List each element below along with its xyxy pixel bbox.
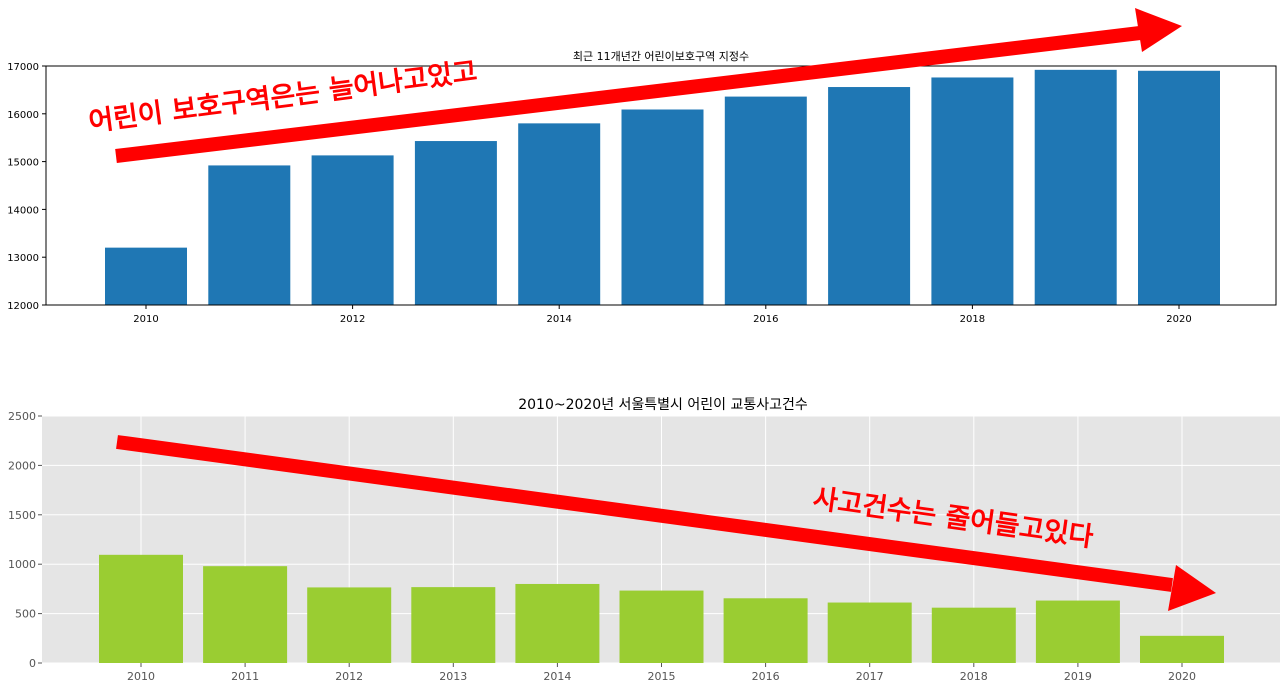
chart2-xtick-label: 2018 [960,670,988,682]
chart2-ytick-label: 500 [15,608,36,621]
chart2-ytick-label: 2000 [8,459,36,472]
chart2-bar-2017 [827,602,912,663]
chart2-xtick-label: 2013 [439,670,467,682]
chart2-bar-2018 [931,607,1016,663]
chart1-bar-2020 [1138,70,1220,305]
chart1-bar-2011 [208,165,291,305]
protection-zone-chart: 최근 11개년간 어린이보호구역 지정수 12000 13000 14000 15000… [7,8,1277,325]
chart1-ytick-label: 16000 [7,110,39,121]
chart2-ytick-label: 0 [29,657,36,670]
chart2-bar-2010 [99,554,183,663]
chart1-bar-2018 [931,77,1014,305]
chart1-xtick-label: 2016 [753,314,778,325]
chart2-ytick-label: 2500 [8,410,36,423]
chart1-ytick-label: 17000 [7,62,39,73]
chart1-xtick-label: 2012 [340,314,365,325]
chart2-bar-2011 [203,566,288,663]
chart1-bar-2014 [518,123,601,305]
chart2-bar-2016 [723,598,808,663]
chart1-ytick-label: 13000 [7,253,39,264]
chart1-xtick-label: 2014 [546,314,571,325]
chart2-xtick-label: 2011 [231,670,259,682]
chart2-bar-2014 [515,583,600,663]
chart2-xtick-label: 2015 [648,670,676,682]
chart1-ytick-label: 15000 [7,158,39,169]
chart2-xtick-label: 2010 [127,670,155,682]
chart2-ytick-label: 1500 [8,509,36,522]
chart2-bar-2015 [619,590,704,663]
chart2-xtick-label: 2020 [1168,670,1196,682]
accident-chart: 2010~2020년 서울특별시 어린이 교통사고건수 0 500 1000 1500 2… [8,397,1280,682]
chart1-ytick-label: 12000 [7,301,39,312]
chart1-bar-2010 [105,247,187,305]
chart2-ytick-label: 1000 [8,558,36,571]
chart1-xtick-label: 2010 [133,314,158,325]
chart2-xtick-label: 2014 [543,670,571,682]
chart2-bar-2020 [1140,635,1224,663]
charts-canvas: 최근 11개년간 어린이보호구역 지정수12000130001400015000… [7,8,1280,682]
chart2-title: 2010~2020년 서울특별시 어린이 교통사고건수 [518,397,808,413]
chart1-xtick-label: 2018 [960,314,985,325]
chart1-ytick-label: 14000 [7,205,39,216]
chart1-bar-2019 [1034,69,1117,305]
chart1-title: 최근 11개년간 어린이보호구역 지정수 [573,50,749,63]
chart1-bar-2015 [621,109,704,305]
chart1-xtick-label: 2020 [1166,314,1191,325]
chart1-bar-2012 [311,155,394,305]
chart1-bar-2017 [828,87,911,305]
chart2-xtick-label: 2017 [856,670,884,682]
chart2-xtick-label: 2019 [1064,670,1092,682]
chart1-bar-2016 [724,96,807,305]
chart2-xtick-label: 2016 [752,670,780,682]
chart2-xtick-label: 2012 [335,670,363,682]
chart2-bar-2013 [411,587,496,663]
chart2-bar-2019 [1035,600,1120,663]
chart2-bar-2012 [307,587,392,663]
chart1-bar-2013 [414,141,497,305]
chart1-trend-arrow-head [1135,8,1182,52]
